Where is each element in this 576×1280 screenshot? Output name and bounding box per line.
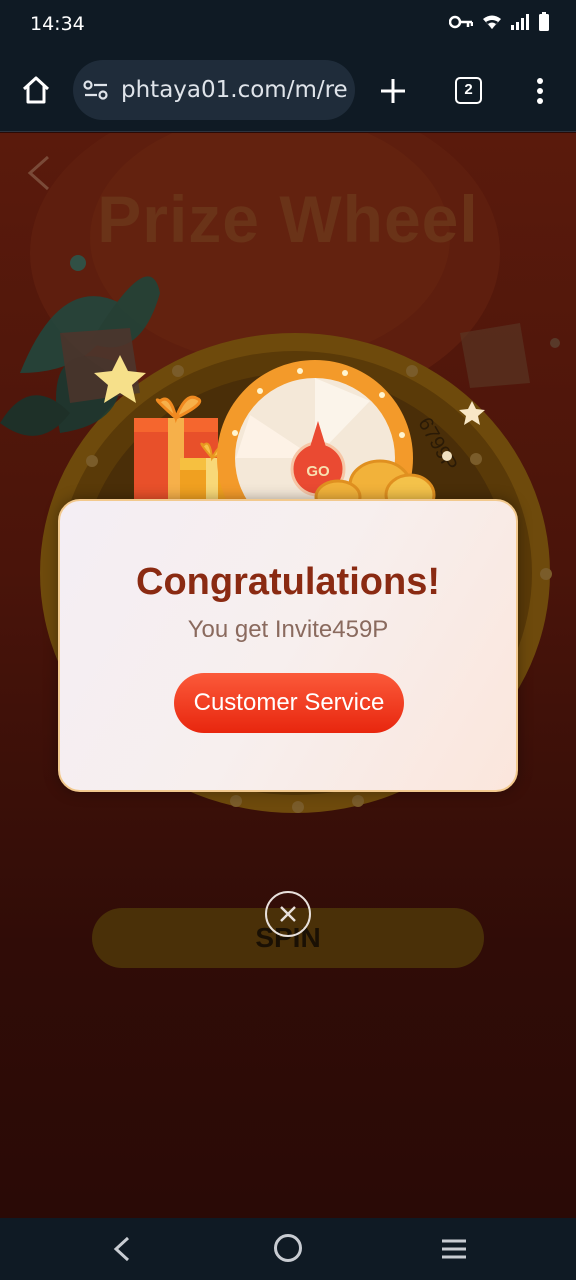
tab-switcher-button[interactable]: 2 xyxy=(455,77,482,104)
system-navigation-bar xyxy=(0,1218,576,1280)
url-text: phtaya01.com/m/re xyxy=(121,77,348,103)
status-bar: 14:34 xyxy=(0,0,576,48)
close-dialog-button[interactable] xyxy=(265,891,311,937)
nav-recents-icon[interactable] xyxy=(440,1238,468,1260)
status-icons xyxy=(449,12,550,32)
wheel-light xyxy=(230,795,242,807)
signal-icon xyxy=(511,14,529,30)
site-settings-icon[interactable] xyxy=(83,78,109,102)
dialog-title: Congratulations! xyxy=(136,561,440,603)
dialog-message: You get Invite459P xyxy=(187,616,389,643)
customer-service-button[interactable]: Customer Service xyxy=(174,673,404,733)
nav-back-icon[interactable] xyxy=(112,1236,132,1262)
address-bar[interactable]: phtaya01.com/m/re xyxy=(73,60,355,120)
new-tab-icon[interactable] xyxy=(378,76,408,106)
wheel-light xyxy=(540,568,552,580)
nav-home-icon[interactable] xyxy=(274,1234,302,1262)
wheel-light xyxy=(406,365,418,377)
status-time: 14:34 xyxy=(30,13,85,35)
prize-result-dialog: Congratulations! You get Invite459P Cust… xyxy=(58,499,518,792)
wheel-light xyxy=(292,801,304,813)
page-title: Prize Wheel xyxy=(97,182,479,256)
wheel-light xyxy=(172,365,184,377)
wheel-light xyxy=(86,455,98,467)
home-icon[interactable] xyxy=(20,74,52,106)
key-icon xyxy=(449,15,473,29)
wheel-light xyxy=(352,795,364,807)
page-content: Prize Wheel 6799P SPIN GO Congratulation… xyxy=(0,133,576,1218)
more-menu-icon[interactable] xyxy=(528,76,552,106)
wifi-icon xyxy=(483,15,501,29)
wheel-light xyxy=(470,453,482,465)
browser-toolbar: phtaya01.com/m/re 2 xyxy=(0,48,576,132)
close-icon xyxy=(280,906,296,922)
battery-icon xyxy=(539,12,549,31)
